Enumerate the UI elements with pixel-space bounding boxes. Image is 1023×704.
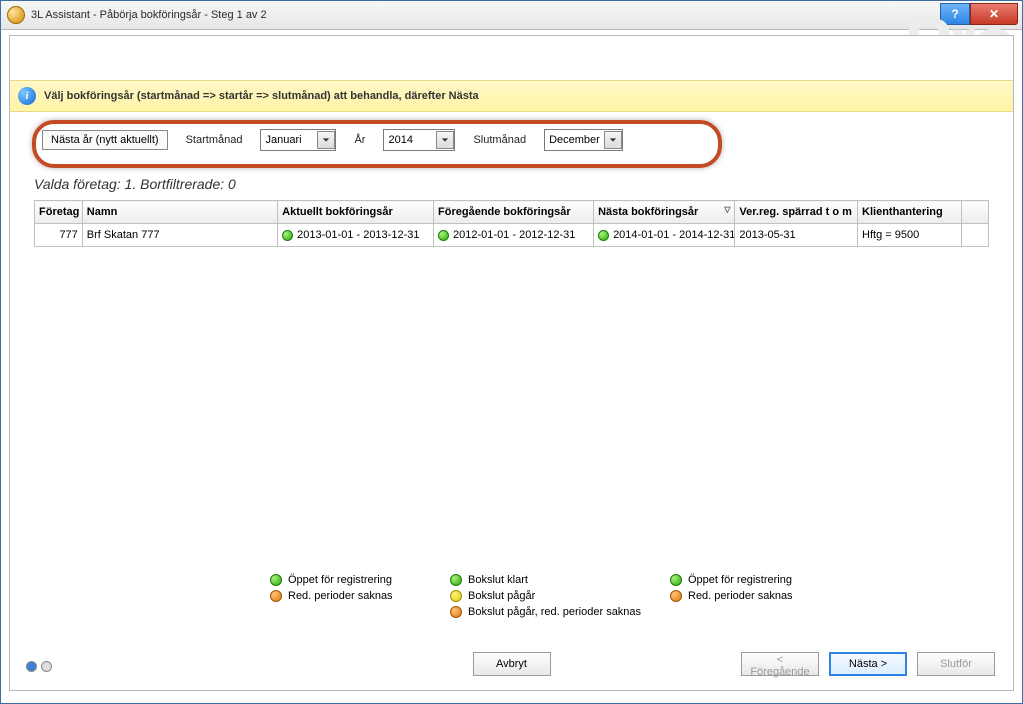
cell-nasta: 2014-01-01 - 2014-12-31 xyxy=(594,224,735,247)
previous-button: < Föregående xyxy=(741,652,819,676)
close-button[interactable]: ✕ xyxy=(970,3,1018,25)
cell-aktuellt: 2013-01-01 - 2013-12-31 xyxy=(278,224,434,247)
status-dot-orange-icon xyxy=(270,590,282,602)
cell-foregaende: 2012-01-01 - 2012-12-31 xyxy=(434,224,594,247)
cell-klient: Hftg = 9500 xyxy=(858,224,962,247)
next-year-button[interactable]: Nästa år (nytt aktuellt) xyxy=(42,130,168,150)
titlebar: 3L Assistant - Påbörja bokföringsår - St… xyxy=(1,1,1022,30)
dialog-buttons: < Föregående Nästa > Slutför xyxy=(741,652,995,676)
filter-row: Nästa år (nytt aktuellt) Startmånad Janu… xyxy=(42,128,623,152)
window-title: 3L Assistant - Påbörja bokföringsår - St… xyxy=(31,9,267,21)
chevron-down-icon xyxy=(604,131,622,149)
start-month-label: Startmånad xyxy=(186,134,243,146)
start-month-combo[interactable]: Januari xyxy=(260,129,336,151)
company-grid: Företag Namn Aktuellt bokföringsår Föreg… xyxy=(34,200,989,247)
step-dot-active-icon xyxy=(26,661,37,672)
legend-item: Red. perioder saknas xyxy=(670,590,850,602)
status-dot-orange-icon xyxy=(450,606,462,618)
status-dot-green-icon xyxy=(282,230,293,241)
cell-spacer xyxy=(961,224,988,247)
legend-item: Red. perioder saknas xyxy=(270,590,450,602)
cancel-button[interactable]: Avbryt xyxy=(473,652,551,676)
grid-header-row: Företag Namn Aktuellt bokföringsår Föreg… xyxy=(35,201,989,224)
end-month-combo[interactable]: December xyxy=(544,129,623,151)
app-window: 3L Assistant - Påbörja bokföringsår - St… xyxy=(0,0,1023,704)
col-namn[interactable]: Namn xyxy=(82,201,277,224)
app-icon xyxy=(7,6,25,24)
year-value: 2014 xyxy=(388,134,432,146)
col-aktuellt[interactable]: Aktuellt bokföringsår xyxy=(278,201,434,224)
table-row[interactable]: 777 Brf Skatan 777 2013-01-01 - 2013-12-… xyxy=(35,224,989,247)
start-month-value: Januari xyxy=(265,134,313,146)
end-month-label: Slutmånad xyxy=(473,134,526,146)
finish-button: Slutför xyxy=(917,652,995,676)
cell-verreg: 2013-05-31 xyxy=(735,224,858,247)
legend-item: Bokslut pågår xyxy=(450,590,670,602)
status-dot-green-icon xyxy=(598,230,609,241)
col-verreg[interactable]: Ver.reg. spärrad t o m xyxy=(735,201,858,224)
sort-indicator-icon: ▽ xyxy=(724,205,730,214)
content-panel: Pro PROFESSIONAL BUSINESS SYSTEM i Välj … xyxy=(9,35,1014,691)
cancel-wrap: Avbryt xyxy=(473,652,551,676)
end-month-value: December xyxy=(549,134,600,146)
year-label: År xyxy=(354,134,365,146)
step-dot-inactive-icon xyxy=(41,661,52,672)
info-banner: i Välj bokföringsår (startmånad => start… xyxy=(10,80,1013,112)
col-foretag[interactable]: Företag xyxy=(35,201,83,224)
info-icon: i xyxy=(18,87,36,105)
info-text: Välj bokföringsår (startmånad => startår… xyxy=(44,90,479,102)
legend-item: Bokslut klart xyxy=(450,574,670,586)
year-combo[interactable]: 2014 xyxy=(383,129,455,151)
chevron-down-icon xyxy=(436,131,454,149)
wizard-step-indicator xyxy=(26,661,52,672)
chevron-down-icon xyxy=(317,131,335,149)
cell-foretag: 777 xyxy=(35,224,83,247)
legend-item: Öppet för registrering xyxy=(670,574,850,586)
status-dot-orange-icon xyxy=(670,590,682,602)
legend-item: Öppet för registrering xyxy=(270,574,450,586)
status-dot-yellow-icon xyxy=(450,590,462,602)
legend-item: Bokslut pågår, red. perioder saknas xyxy=(450,606,670,618)
cell-namn: Brf Skatan 777 xyxy=(82,224,277,247)
window-controls: ? ✕ xyxy=(940,3,1018,25)
selection-summary: Valda företag: 1. Bortfiltrerade: 0 xyxy=(34,176,236,192)
status-dot-green-icon xyxy=(438,230,449,241)
col-klient[interactable]: Klienthantering xyxy=(858,201,962,224)
status-dot-green-icon xyxy=(270,574,282,586)
status-dot-green-icon xyxy=(450,574,462,586)
status-dot-green-icon xyxy=(670,574,682,586)
col-foregaende[interactable]: Föregående bokföringsår xyxy=(434,201,594,224)
col-nasta[interactable]: Nästa bokföringsår▽ xyxy=(594,201,735,224)
next-button[interactable]: Nästa > xyxy=(829,652,907,676)
col-spacer xyxy=(961,201,988,224)
legend: Öppet för registrering Bokslut klart Öpp… xyxy=(270,574,813,618)
help-button[interactable]: ? xyxy=(940,3,970,25)
